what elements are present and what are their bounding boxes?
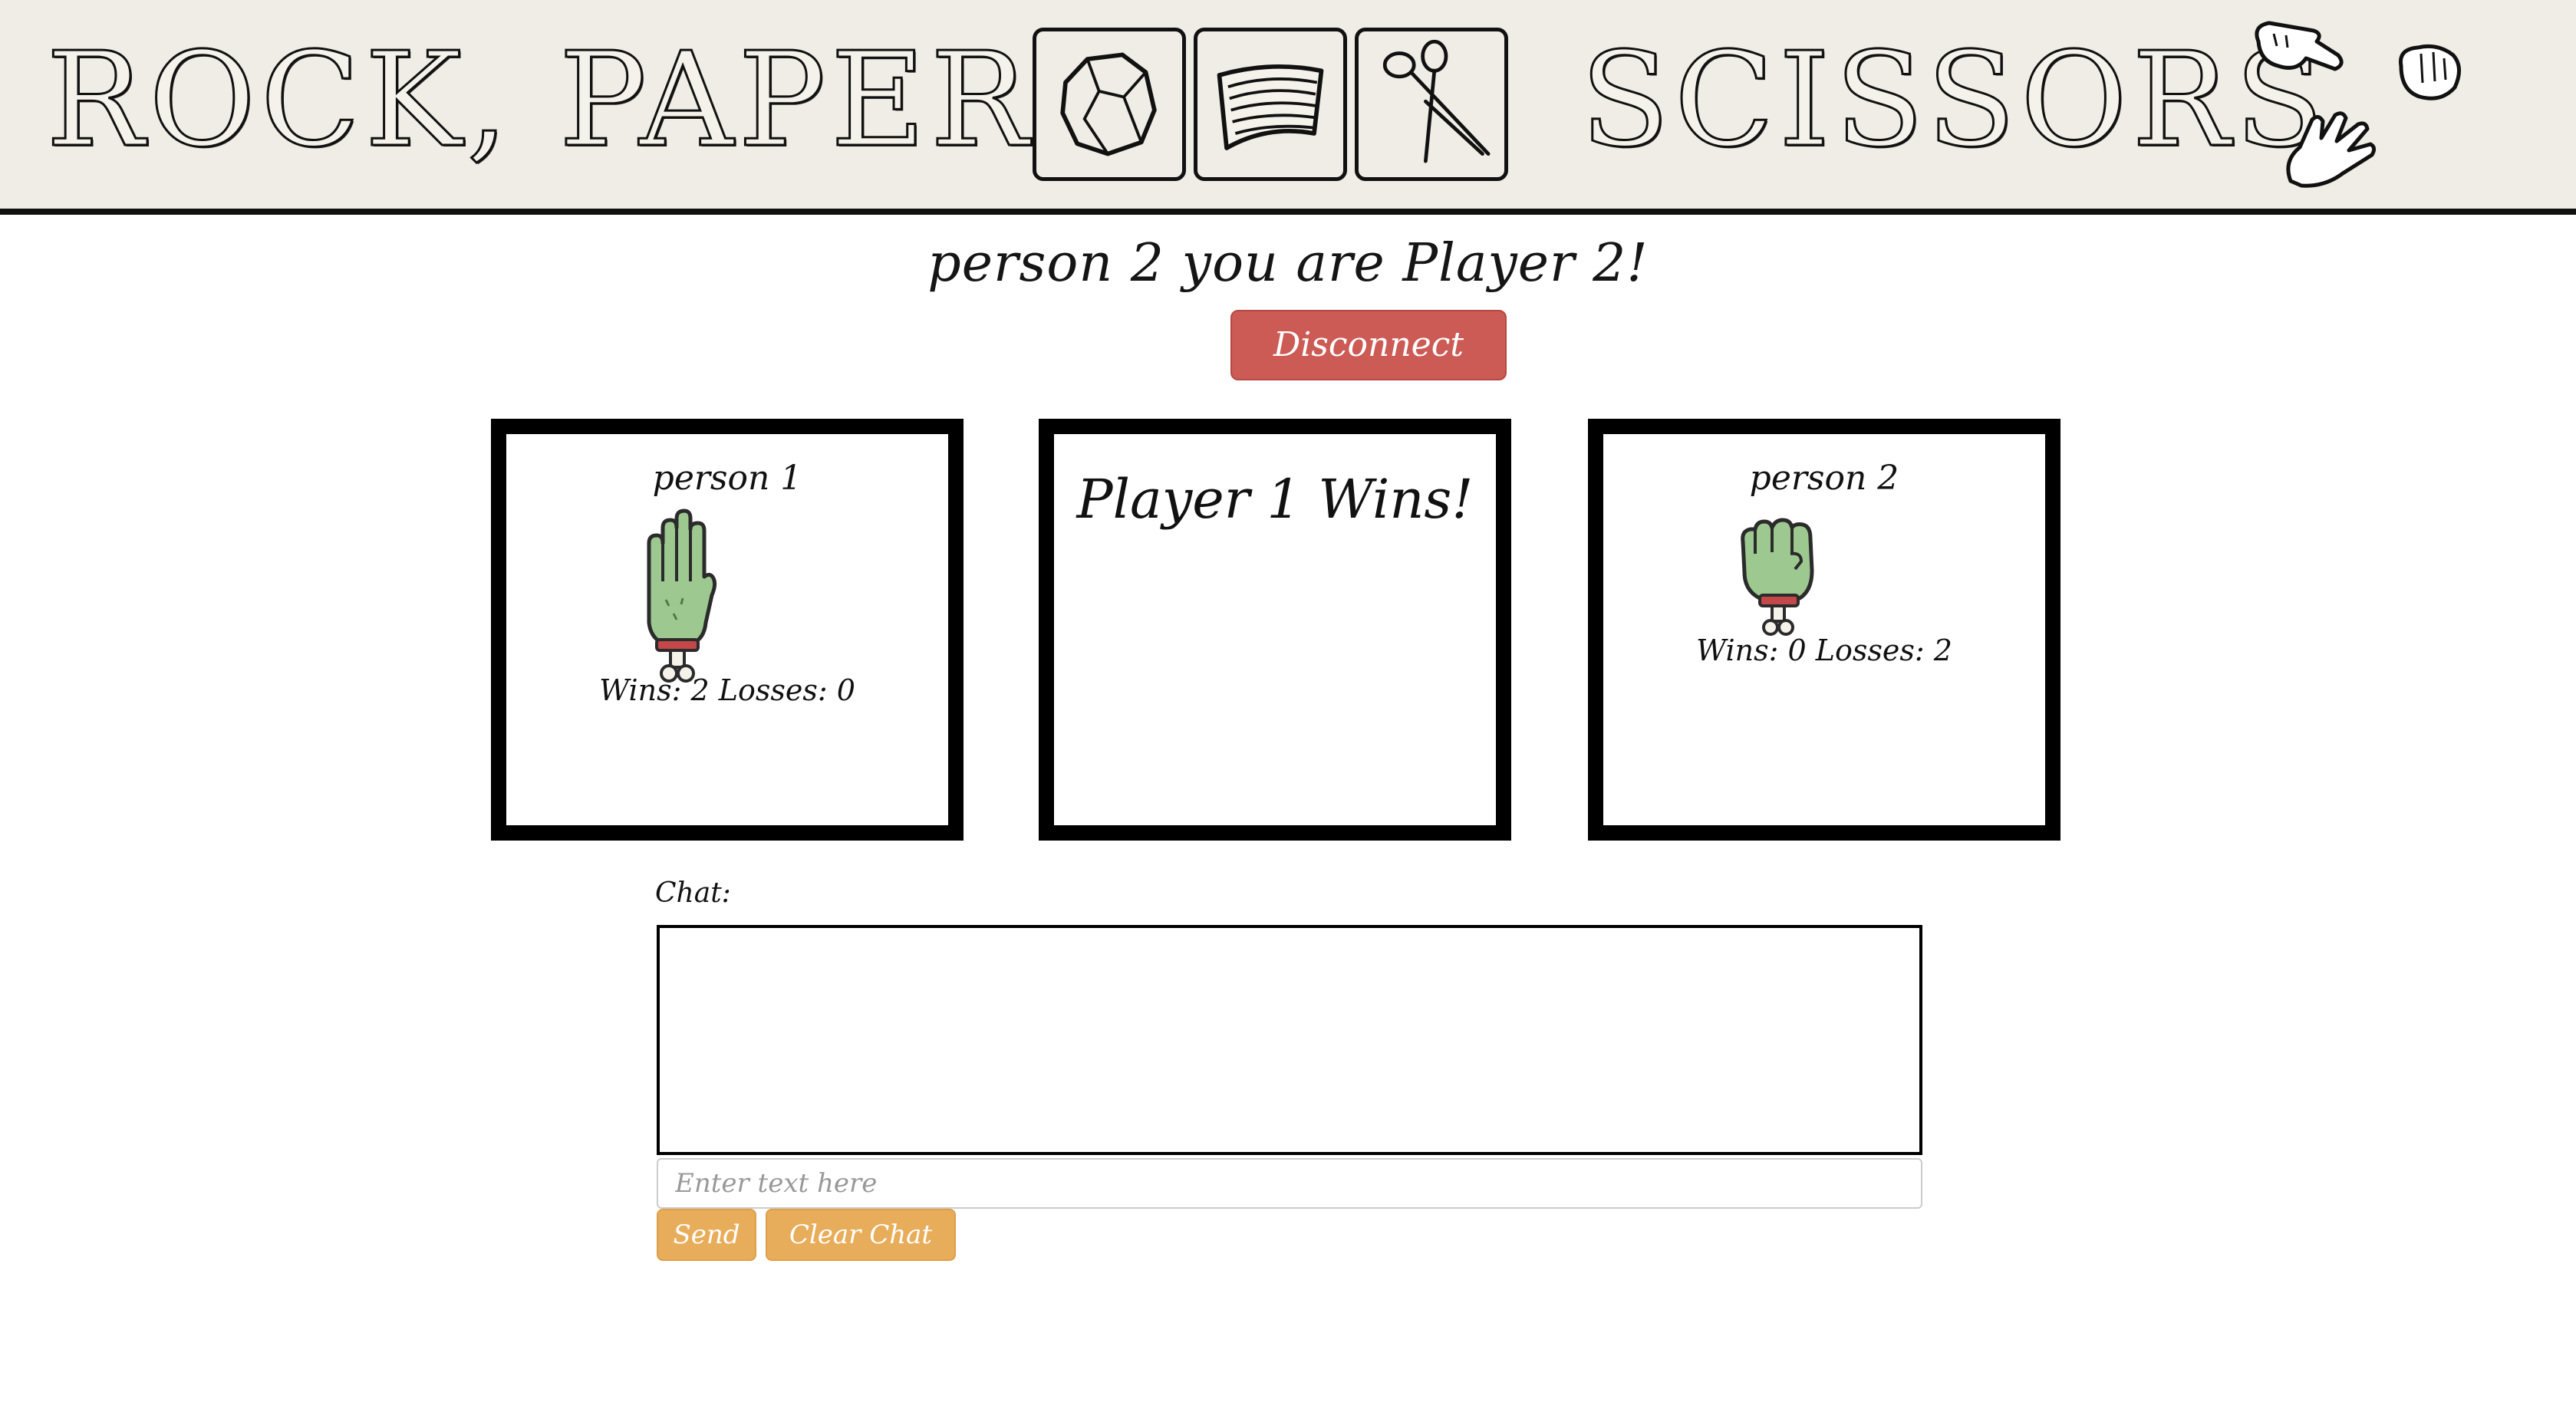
title-rock-paper: ROCK, PAPER,: [45, 25, 1079, 176]
clear-chat-button[interactable]: Clear Chat: [766, 1209, 956, 1261]
player-1-panel: person 1 Wins: 2 Losses: 0: [491, 419, 964, 841]
chat-label: Chat:: [655, 877, 731, 909]
glove-scissors-icon: [2243, 11, 2350, 87]
zombie-hand-rock-icon[interactable]: [1737, 508, 1818, 641]
title-scissors: SCISSORS: [1579, 25, 2329, 176]
player-2-panel: person 2 Wins: 0 Losses: 2: [1588, 419, 2060, 841]
header-banner: ROCK, PAPER, SCISSORS: [0, 0, 2576, 215]
player-1-score: Wins: 2 Losses: 0: [599, 673, 855, 707]
glove-paper-icon: [2278, 107, 2380, 193]
rock-icon: [1033, 28, 1186, 181]
player-1-name: person 1: [652, 459, 802, 498]
result-text: Player 1 Wins!: [1076, 468, 1474, 531]
result-panel: Player 1 Wins!: [1039, 419, 1511, 841]
send-button[interactable]: Send: [657, 1209, 756, 1261]
chat-log[interactable]: [657, 925, 1922, 1155]
scissors-icon: [1355, 28, 1508, 181]
player-2-score: Wins: 0 Losses: 2: [1696, 634, 1952, 667]
chat-input[interactable]: [657, 1158, 1922, 1209]
glove-rock-icon: [2390, 37, 2467, 110]
zombie-hand-paper-icon[interactable]: [635, 508, 720, 689]
player-heading: person 2 you are Player 2!: [927, 233, 1649, 294]
disconnect-button[interactable]: Disconnect: [1230, 310, 1507, 380]
paper-icon: [1194, 28, 1347, 181]
player-2-name: person 2: [1749, 459, 1899, 498]
